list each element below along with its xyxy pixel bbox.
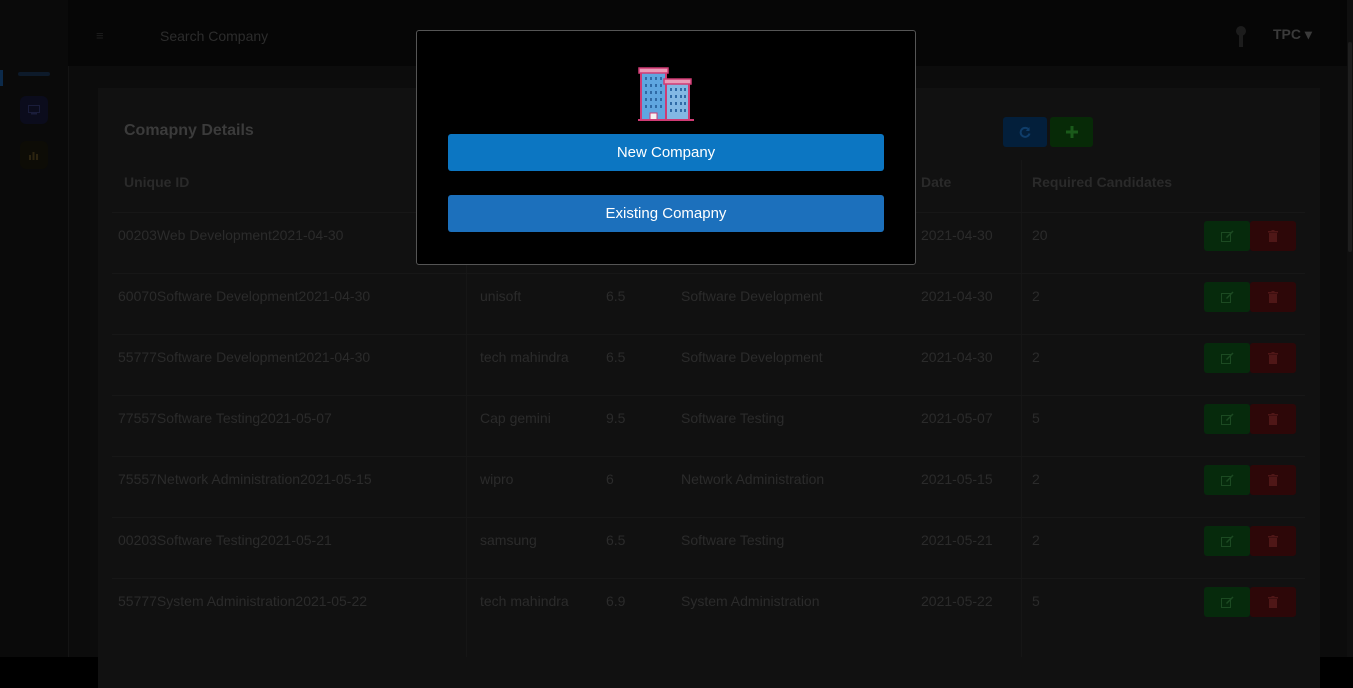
cell-cgpa: 6 [606, 471, 614, 487]
cell-unique-id: 55777System Administration2021-05-22 [118, 593, 368, 609]
edit-button[interactable] [1204, 343, 1250, 373]
search-input[interactable] [150, 22, 410, 50]
edit-button[interactable] [1204, 526, 1250, 556]
cell-domain: Software Testing [681, 410, 785, 426]
edit-button[interactable] [1204, 587, 1250, 617]
row-divider [112, 334, 1305, 335]
cell-cgpa: 6.5 [606, 349, 626, 365]
row-divider [112, 273, 1305, 274]
cell-required-candidates: 2 [1032, 471, 1040, 487]
sidebar-logo [18, 72, 50, 76]
card-title: Comapny Details [124, 122, 254, 139]
edit-button[interactable] [1204, 465, 1250, 495]
column-header-date: Date [921, 174, 952, 190]
cell-company: tech mahindra [480, 349, 569, 365]
page: ≡ TPC ▾ Comapny Details Unique ID Date R… [0, 0, 1353, 688]
sidebar-active-indicator [0, 70, 3, 86]
cell-unique-id: 55777Software Development2021-04-30 [118, 349, 371, 365]
cell-date: 2021-05-22 [921, 593, 993, 609]
refresh-icon [1019, 126, 1031, 138]
delete-button[interactable] [1250, 526, 1296, 556]
column-header-unique-id: Unique ID [124, 174, 190, 190]
cell-cgpa: 6.9 [606, 593, 626, 609]
cell-unique-id: 00203Software Testing2021-05-21 [118, 532, 332, 548]
user-icon[interactable] [1234, 25, 1248, 49]
cell-company: Cap gemini [480, 410, 551, 426]
sidebar [0, 0, 69, 657]
edit-button[interactable] [1204, 282, 1250, 312]
cell-company: wipro [480, 471, 514, 487]
delete-button[interactable] [1250, 343, 1296, 373]
cell-domain: Software Development [681, 349, 823, 365]
delete-button[interactable] [1250, 221, 1296, 251]
edit-button[interactable] [1204, 404, 1250, 434]
column-divider [1021, 160, 1022, 657]
cell-required-candidates: 20 [1032, 227, 1048, 243]
new-company-button[interactable]: New Company [448, 134, 884, 171]
cell-date: 2021-05-07 [921, 410, 993, 426]
edit-icon [1220, 352, 1233, 364]
cell-company: samsung [480, 532, 537, 548]
cell-unique-id: 77557Software Testing2021-05-07 [118, 410, 332, 426]
edit-icon [1220, 535, 1233, 547]
user-menu-dropdown[interactable]: TPC ▾ [1273, 26, 1312, 43]
trash-icon [1268, 291, 1278, 303]
edit-icon [1220, 413, 1233, 425]
cell-date: 2021-04-30 [921, 349, 993, 365]
cell-required-candidates: 2 [1032, 349, 1040, 365]
office-building-icon [638, 66, 694, 122]
existing-company-button[interactable]: Existing Comapny [448, 195, 884, 232]
edit-icon [1220, 230, 1233, 242]
edit-icon [1220, 291, 1233, 303]
cell-date: 2021-05-21 [921, 532, 993, 548]
cell-cgpa: 6.5 [606, 532, 626, 548]
trash-icon [1268, 413, 1278, 425]
edit-button[interactable] [1204, 221, 1250, 251]
cell-domain: System Administration [681, 593, 820, 609]
cell-date: 2021-05-15 [921, 471, 993, 487]
bar-chart-icon[interactable] [20, 141, 48, 169]
trash-icon [1268, 596, 1278, 608]
cell-company: unisoft [480, 288, 522, 304]
edit-icon [1220, 474, 1233, 486]
trash-icon [1268, 230, 1278, 242]
cell-required-candidates: 5 [1032, 410, 1040, 426]
cell-unique-id: 60070Software Development2021-04-30 [118, 288, 371, 304]
cell-required-candidates: 5 [1032, 593, 1040, 609]
edit-icon [1220, 596, 1233, 608]
cell-domain: Network Administration [681, 471, 825, 487]
add-company-button[interactable] [1050, 117, 1093, 147]
cell-date: 2021-04-30 [921, 227, 993, 243]
cell-domain: Software Testing [681, 532, 785, 548]
delete-button[interactable] [1250, 282, 1296, 312]
row-divider [112, 395, 1305, 396]
dashboard-icon[interactable] [20, 96, 48, 124]
cell-company: tech mahindra [480, 593, 569, 609]
delete-button[interactable] [1250, 404, 1296, 434]
plus-icon [1065, 126, 1078, 138]
hamburger-icon[interactable]: ≡ [96, 28, 104, 43]
delete-button[interactable] [1250, 587, 1296, 617]
row-divider [112, 456, 1305, 457]
trash-icon [1268, 474, 1278, 486]
row-divider [112, 578, 1305, 579]
cell-date: 2021-04-30 [921, 288, 993, 304]
cell-unique-id: 75557Network Administration2021-05-15 [118, 471, 372, 487]
trash-icon [1268, 535, 1278, 547]
row-divider [112, 517, 1305, 518]
refresh-button[interactable] [1003, 117, 1047, 147]
delete-button[interactable] [1250, 465, 1296, 495]
cell-domain: Software Development [681, 288, 823, 304]
column-header-required-candidates: Required Candidates [1032, 174, 1173, 190]
cell-required-candidates: 2 [1032, 288, 1040, 304]
cell-unique-id: 00203Web Development2021-04-30 [118, 227, 344, 243]
trash-icon [1268, 352, 1278, 364]
cell-required-candidates: 2 [1032, 532, 1040, 548]
cell-cgpa: 9.5 [606, 410, 626, 426]
cell-cgpa: 6.5 [606, 288, 626, 304]
scrollbar[interactable] [1347, 0, 1353, 657]
scrollbar-thumb[interactable] [1348, 42, 1352, 252]
